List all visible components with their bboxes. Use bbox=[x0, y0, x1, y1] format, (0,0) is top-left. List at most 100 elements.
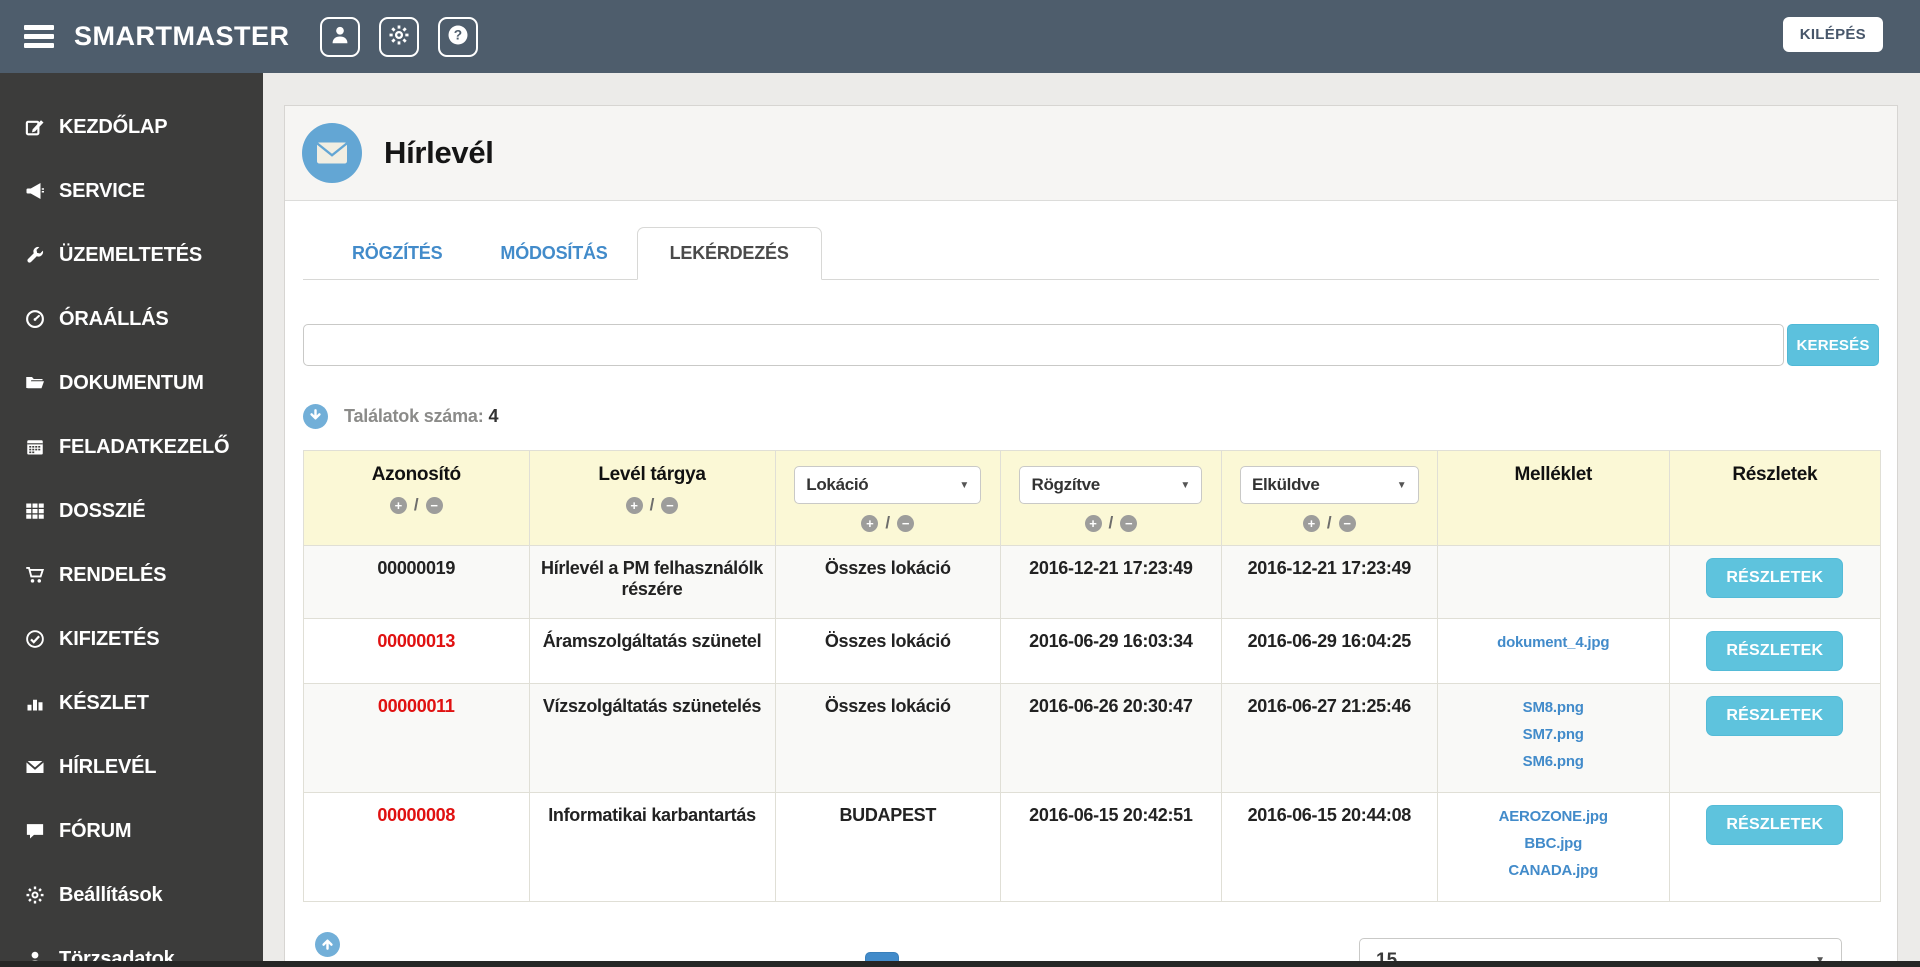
location-filter-select[interactable]: Lokáció ▼ bbox=[794, 466, 982, 504]
newsletter-sent: 2016-06-15 20:44:08 bbox=[1220, 792, 1438, 902]
sidebar-item-forum[interactable]: FÓRUM bbox=[0, 799, 263, 863]
attachment-link[interactable]: AEROZONE.jpg bbox=[1446, 808, 1661, 825]
sidebar-item-service[interactable]: SERVICE bbox=[0, 159, 263, 223]
caret-down-icon: ▼ bbox=[959, 479, 970, 491]
svg-text:?: ? bbox=[454, 28, 462, 43]
megaphone-icon bbox=[25, 180, 47, 202]
sidebar: KEZDŐLAP SERVICE ÜZEMELTETÉS ÓRAÁLLÁS DO… bbox=[0, 73, 263, 967]
recorded-filter-select[interactable]: Rögzítve ▼ bbox=[1019, 466, 1203, 504]
sidebar-item-beallitasok[interactable]: Beállítások bbox=[0, 863, 263, 927]
results-count-value: 4 bbox=[488, 406, 499, 426]
sidebar-item-dosszie[interactable]: DOSSZIÉ bbox=[0, 479, 263, 543]
sort-desc-icon[interactable]: − bbox=[1338, 514, 1356, 532]
arrow-down-icon bbox=[308, 408, 323, 426]
sidebar-item-oraallas[interactable]: ÓRAÁLLÁS bbox=[0, 287, 263, 351]
sort-asc-icon[interactable]: + bbox=[389, 496, 407, 514]
table-row: 00000008 Informatikai karbantartás BUDAP… bbox=[303, 792, 1882, 902]
main-content: Hírlevél RÖGZÍTÉS MÓDOSÍTÁS LEKÉRDEZÉS K… bbox=[263, 73, 1920, 967]
user-icon bbox=[329, 24, 351, 49]
column-header-targy: Levél tárgya + / − bbox=[528, 450, 776, 546]
calendar-icon bbox=[25, 436, 47, 458]
sort-asc-icon[interactable]: + bbox=[861, 514, 879, 532]
details-cell: RÉSZLETEK bbox=[1668, 618, 1882, 684]
details-cell: RÉSZLETEK bbox=[1668, 683, 1882, 793]
sent-filter-select[interactable]: Elküldve ▼ bbox=[1239, 466, 1419, 504]
search-input[interactable] bbox=[303, 324, 1784, 366]
sidebar-item-keszlet[interactable]: KÉSZLET bbox=[0, 671, 263, 735]
sort-asc-icon[interactable]: + bbox=[1302, 514, 1320, 532]
table-header-row: Azonosító + / − Levél tárgya + / − Lokác… bbox=[303, 450, 1882, 546]
attachment-link[interactable]: BBC.jpg bbox=[1446, 835, 1661, 852]
sort-separator: / bbox=[885, 513, 891, 532]
attachment-link[interactable]: SM8.png bbox=[1446, 699, 1661, 716]
sort-asc-icon[interactable]: + bbox=[1084, 514, 1102, 532]
sidebar-item-feladatkezelo[interactable]: FELADATKEZELŐ bbox=[0, 415, 263, 479]
newsletter-recorded: 2016-06-29 16:03:34 bbox=[1000, 618, 1222, 684]
help-icon: ? bbox=[447, 24, 469, 49]
help-button[interactable]: ? bbox=[438, 16, 478, 57]
sort-controls: + / − bbox=[1007, 513, 1215, 533]
newsletter-card: Hírlevél RÖGZÍTÉS MÓDOSÍTÁS LEKÉRDEZÉS K… bbox=[284, 105, 1898, 967]
table-row: 00000019 Hírlevél a PM felhasználólk rés… bbox=[303, 545, 1882, 619]
search-button[interactable]: KERESÉS bbox=[1787, 324, 1879, 366]
sort-desc-icon[interactable]: − bbox=[897, 514, 915, 532]
caret-down-icon: ▼ bbox=[1180, 479, 1191, 491]
sidebar-item-dokumentum[interactable]: DOKUMENTUM bbox=[0, 351, 263, 415]
details-button[interactable]: RÉSZLETEK bbox=[1706, 558, 1844, 598]
sidebar-item-kezdolap[interactable]: KEZDŐLAP bbox=[0, 95, 263, 159]
newsletter-sent: 2016-06-29 16:04:25 bbox=[1220, 618, 1438, 684]
tab-rogzites[interactable]: RÖGZÍTÉS bbox=[323, 227, 471, 279]
app-brand: SMARTMASTER bbox=[74, 21, 290, 51]
attachments-cell: SM8.png SM7.png SM6.png bbox=[1436, 683, 1670, 793]
newsletter-location: Összes lokáció bbox=[774, 618, 1001, 684]
sort-separator: / bbox=[1108, 513, 1114, 532]
results-row: Találatok száma: 4 bbox=[303, 404, 1879, 429]
details-button[interactable]: RÉSZLETEK bbox=[1706, 696, 1844, 736]
settings-button[interactable] bbox=[379, 16, 419, 57]
page-title: Hírlevél bbox=[384, 135, 494, 170]
tab-lekerdezes[interactable]: LEKÉRDEZÉS bbox=[636, 227, 822, 280]
column-header-rogzitve: Rögzítve ▼ + / − bbox=[1000, 450, 1222, 546]
sidebar-item-kifizetes[interactable]: KIFIZETÉS bbox=[0, 607, 263, 671]
sidebar-item-hirlevel[interactable]: HÍRLEVÉL bbox=[0, 735, 263, 799]
profile-button[interactable] bbox=[320, 16, 360, 57]
sort-desc-icon[interactable]: − bbox=[425, 496, 443, 514]
attachment-link[interactable]: SM6.png bbox=[1446, 753, 1661, 770]
sort-controls: + / − bbox=[310, 495, 523, 515]
sort-separator: / bbox=[649, 495, 655, 514]
newsletter-recorded: 2016-06-26 20:30:47 bbox=[1000, 683, 1222, 793]
sort-desc-icon[interactable]: − bbox=[1120, 514, 1138, 532]
newsletter-location: Összes lokáció bbox=[774, 683, 1001, 793]
attachment-link[interactable]: dokument_4.jpg bbox=[1446, 634, 1661, 651]
sort-asc-icon[interactable]: + bbox=[625, 496, 643, 514]
envelope-icon bbox=[25, 756, 47, 778]
sort-separator: / bbox=[1326, 513, 1332, 532]
sort-desc-icon[interactable]: − bbox=[661, 496, 679, 514]
sidebar-item-rendeles[interactable]: RENDELÉS bbox=[0, 543, 263, 607]
newsletter-recorded: 2016-12-21 17:23:49 bbox=[1000, 545, 1222, 619]
scroll-top-button[interactable] bbox=[315, 932, 340, 957]
logout-button[interactable]: KILÉPÉS bbox=[1782, 17, 1883, 52]
newsletter-table: Azonosító + / − Levél tárgya + / − Lokác… bbox=[303, 450, 1882, 902]
column-header-elkuldve: Elküldve ▼ + / − bbox=[1220, 450, 1438, 546]
attachment-link[interactable]: SM7.png bbox=[1446, 726, 1661, 743]
details-button[interactable]: RÉSZLETEK bbox=[1706, 805, 1844, 845]
details-button[interactable]: RÉSZLETEK bbox=[1706, 631, 1844, 671]
newsletter-id: 00000013 bbox=[303, 618, 530, 684]
column-header-reszletek: Részletek bbox=[1668, 450, 1882, 546]
sort-controls: + / − bbox=[782, 513, 995, 533]
column-header-azonosito: Azonosító + / − bbox=[303, 450, 530, 546]
collapse-results-button[interactable] bbox=[303, 404, 328, 429]
sort-separator: / bbox=[413, 495, 419, 514]
newsletter-subject: Hírlevél a PM felhasználólk részére bbox=[528, 545, 776, 619]
hamburger-menu-icon[interactable] bbox=[24, 21, 54, 53]
table-row: 00000011 Vízszolgáltatás szünetelés Össz… bbox=[303, 683, 1882, 793]
top-bar: SMARTMASTER ? KILÉPÉS bbox=[0, 0, 1920, 73]
cart-icon bbox=[25, 564, 47, 586]
folder-icon bbox=[25, 372, 47, 394]
attachment-link[interactable]: CANADA.jpg bbox=[1446, 862, 1661, 879]
tab-modositas[interactable]: MÓDOSÍTÁS bbox=[471, 227, 636, 279]
sidebar-item-uzemeltetes[interactable]: ÜZEMELTETÉS bbox=[0, 223, 263, 287]
newsletter-subject: Informatikai karbantartás bbox=[528, 792, 776, 902]
topbar-icon-group: ? bbox=[320, 16, 478, 57]
